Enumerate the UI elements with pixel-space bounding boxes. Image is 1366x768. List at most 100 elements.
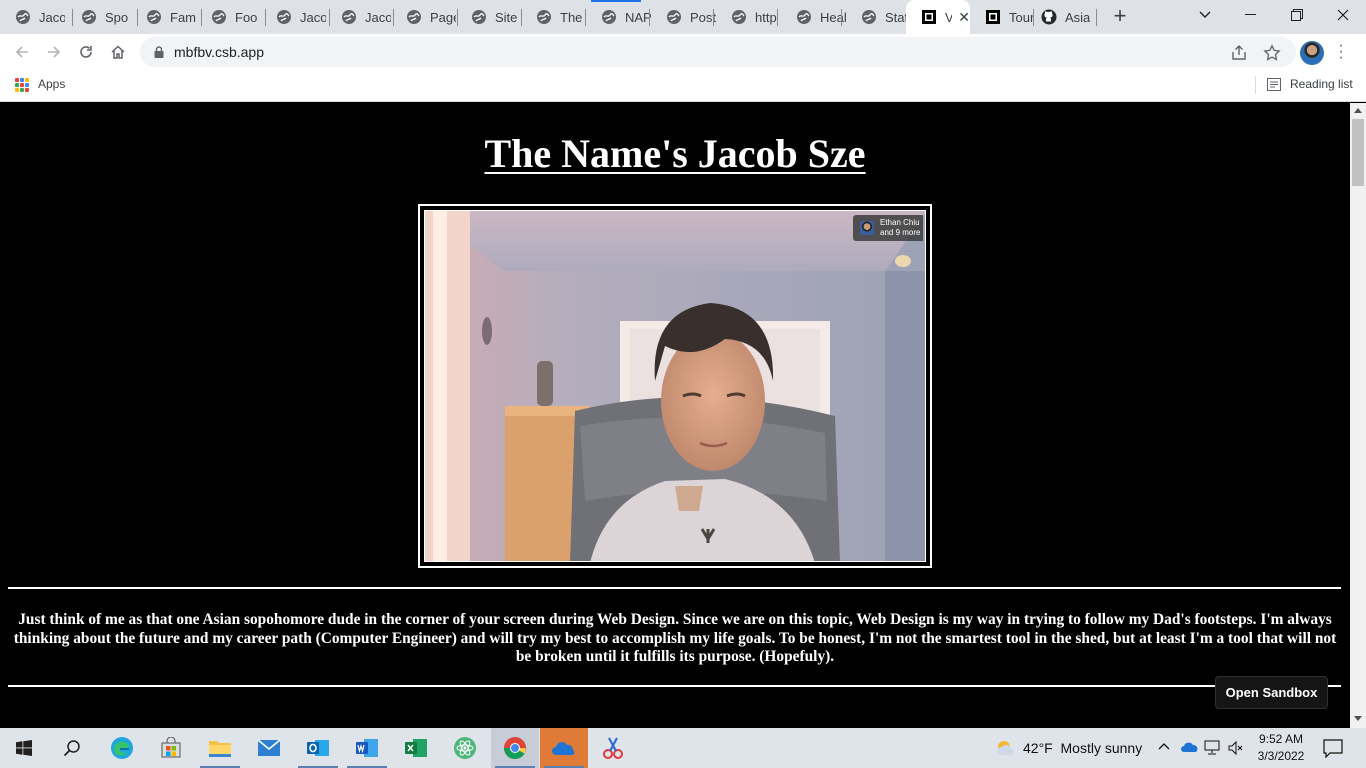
notification-icon[interactable] (1323, 738, 1343, 758)
taskbar-mail[interactable] (245, 728, 293, 768)
tab-label: http (755, 9, 777, 25)
onedrive-tray-icon[interactable] (1180, 741, 1198, 753)
tab-12[interactable]: Heal (781, 0, 846, 34)
search-button[interactable] (48, 728, 96, 768)
apps-shortcut[interactable]: Apps (38, 77, 65, 91)
menu-icon[interactable]: · · · (1336, 38, 1346, 66)
tab-8[interactable]: The (521, 0, 586, 34)
meet-participants-chip: Ethan Chiu and 9 more (853, 215, 923, 241)
network-icon[interactable] (1204, 740, 1222, 756)
tab-separator (713, 9, 714, 26)
weather-widget[interactable]: 42°F Mostly sunny (1023, 740, 1142, 756)
start-button[interactable] (0, 728, 48, 768)
page-scrollbar[interactable] (1350, 103, 1366, 728)
tab-10[interactable]: Post (651, 0, 716, 34)
github-icon (1041, 9, 1057, 25)
tab-separator (1033, 9, 1034, 26)
tab-16[interactable]: Asia (1035, 0, 1095, 34)
edge-icon (111, 737, 133, 759)
share-icon[interactable] (1230, 44, 1248, 62)
tab-strip: Jaco Spo Fam Foo Jaco Jaco Page Site The (0, 0, 1366, 34)
minimize-button[interactable] (1228, 0, 1274, 30)
globe-icon (861, 9, 877, 25)
globe-icon (536, 9, 552, 25)
taskbar-edge[interactable] (98, 728, 146, 768)
horizontal-rule (8, 587, 1341, 589)
outlook-icon (307, 740, 329, 756)
taskbar-outlook[interactable] (294, 728, 342, 768)
scroll-thumb[interactable] (1352, 119, 1364, 186)
globe-icon (276, 9, 292, 25)
forward-button[interactable] (41, 39, 67, 65)
open-sandbox-button[interactable]: Open Sandbox (1215, 676, 1328, 709)
tab-label: Heal (820, 9, 846, 25)
tab-label: Spo (105, 9, 129, 25)
tab-label: NAP (625, 9, 651, 25)
tab-4[interactable]: Jaco (261, 0, 326, 34)
tab-label: V (945, 9, 953, 25)
reading-list-icon[interactable] (1267, 78, 1281, 91)
clock-time: 9:52 AM (1258, 732, 1304, 746)
reload-icon (80, 46, 92, 58)
onedrive-icon (552, 742, 575, 755)
scroll-up-arrow-icon[interactable] (1354, 108, 1362, 113)
tab-7[interactable]: Site (456, 0, 521, 34)
tab-6[interactable]: Page (391, 0, 456, 34)
profile-photo: Ethan Chiu and 9 more (424, 210, 926, 562)
taskbar-atom[interactable] (441, 728, 489, 768)
taskbar-store[interactable] (147, 728, 195, 768)
tab-15[interactable]: Tour (970, 0, 1035, 34)
taskbar-file-explorer[interactable] (196, 728, 244, 768)
volume-muted-icon[interactable] (1228, 740, 1244, 756)
taskbar-excel[interactable] (392, 728, 440, 768)
tab-2[interactable]: Fam (131, 0, 196, 34)
globe-icon (341, 9, 357, 25)
taskbar-chrome[interactable] (491, 728, 539, 768)
address-bar[interactable]: mbfbv.csb.app (140, 37, 1296, 67)
taskbar-onedrive[interactable] (540, 728, 588, 768)
folder-icon (209, 741, 231, 757)
tab-separator (777, 9, 778, 26)
horizontal-rule (8, 685, 1341, 687)
web-page: The Name's Jacob Sze Ethan Chiu and 9 mo… (0, 103, 1350, 728)
arrow-left-icon (15, 46, 28, 58)
reading-list-button[interactable]: Reading list (1290, 77, 1353, 91)
tab-search-button[interactable] (1182, 0, 1228, 30)
tab-0[interactable]: Jaco (0, 0, 65, 34)
chevron-up-icon[interactable] (1158, 742, 1170, 750)
tab-label: The (560, 9, 583, 25)
globe-icon (406, 9, 422, 25)
profile-avatar[interactable] (1300, 41, 1324, 65)
tab-11[interactable]: http (716, 0, 781, 34)
globe-icon (796, 9, 812, 25)
back-button[interactable] (9, 39, 35, 65)
word-icon (356, 739, 378, 757)
tab-3[interactable]: Foo (196, 0, 261, 34)
tab-label: Asia (1065, 9, 1091, 25)
star-icon[interactable] (1263, 44, 1281, 62)
search-icon (63, 740, 80, 757)
chevron-down-icon (1199, 11, 1211, 18)
taskbar-snip[interactable] (589, 728, 637, 768)
tab-1[interactable]: Spo (66, 0, 131, 34)
arrow-right-icon (48, 46, 61, 58)
new-tab-button[interactable]: + (1108, 5, 1132, 29)
restore-button[interactable] (1274, 0, 1320, 30)
tab-9[interactable]: NAP (586, 0, 651, 34)
close-tab-icon[interactable]: ✕ (958, 9, 970, 26)
tab-label: Jaco (365, 9, 391, 25)
home-button[interactable] (105, 39, 131, 65)
close-window-button[interactable] (1320, 0, 1366, 30)
minimize-icon (1245, 14, 1256, 15)
apps-grid-icon[interactable] (15, 78, 29, 92)
taskbar-word[interactable] (343, 728, 391, 768)
reload-button[interactable] (73, 39, 99, 65)
system-clock[interactable]: 9:52 AM 3/3/2022 (1250, 731, 1312, 765)
scroll-down-arrow-icon[interactable] (1354, 716, 1362, 721)
codesandbox-icon (921, 9, 937, 25)
tab-14-active[interactable]: V ✕ (906, 0, 970, 34)
tab-13[interactable]: State (846, 0, 906, 34)
weather-sunny-icon[interactable] (995, 738, 1015, 758)
tab-5[interactable]: Jaco (326, 0, 391, 34)
restore-icon (1291, 9, 1303, 21)
